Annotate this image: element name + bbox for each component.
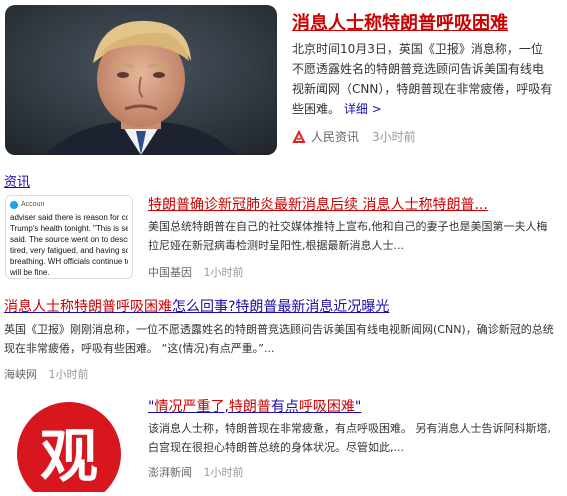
item2-source: 中国基因 1小时前 (148, 264, 244, 280)
top-news-source-name[interactable]: 人民资讯 (311, 128, 359, 145)
tweet-handle: Accoun (21, 201, 45, 208)
thepaper-logo-icon: 观 (5, 396, 133, 492)
item4-title-plain: 有点 (270, 399, 299, 415)
top-news-snippet: 北京时间10月3日，英国《卫报》消息称，一位不愿透露姓名的特朗普竞选顾问告诉美国… (292, 39, 554, 119)
tweet-line-0: adviser said there is reason for conce (10, 213, 128, 222)
item4-title-highlight-1: 情况严重了 (154, 399, 225, 415)
top-news-more-link[interactable]: 详细 > (344, 102, 382, 116)
item4-title-highlight-3: 呼吸困难 (298, 399, 355, 415)
item3-title[interactable]: 消息人士称特朗普呼吸困难怎么回事?特朗普最新消息近况曝光 (4, 296, 389, 316)
top-news-snippet-text: 北京时间10月3日，英国《卫报》消息称，一位不愿透露姓名的特朗普竞选顾问告诉美国… (292, 42, 553, 116)
section-news-link[interactable]: 资讯 (4, 171, 30, 190)
top-news-source: 人民资讯 3小时前 (292, 128, 416, 145)
item3-source-name[interactable]: 海峡网 (4, 368, 37, 381)
top-news-thumbnail[interactable] (5, 5, 277, 155)
item3-title-rest: 怎么回事?特朗普最新消息近况曝光 (172, 299, 390, 315)
item4-thumbnail[interactable]: 观 (5, 396, 133, 492)
twitter-avatar-icon (10, 200, 18, 209)
tweet-line-2: said. The source went on to describe (10, 235, 128, 244)
item3-time: 1小时前 (48, 368, 89, 381)
tweet-line-3: tired, very fatigued, and having some (10, 246, 128, 255)
thepaper-logo-text: 观 (40, 422, 98, 490)
item4-source: 澎湃新闻 1小时前 (148, 464, 244, 480)
top-news-card: 消息人士称特朗普呼吸困难 北京时间10月3日，英国《卫报》消息称，一位不愿透露姓… (0, 0, 567, 165)
item3-source: 海峡网 1小时前 (4, 366, 89, 382)
item2-title[interactable]: 特朗普确诊新冠肺炎最新消息后续 消息人士称特朗普... (148, 194, 563, 214)
item4-title-highlight-2: 特朗普 (228, 399, 271, 415)
item4-snippet: 该消息人士称，特朗普现在非常疲惫，有点呼吸困难。 另有消息人士告诉阿科斯塔,白宫… (148, 422, 551, 454)
item4-source-name[interactable]: 澎湃新闻 (148, 466, 192, 479)
item2-thumbnail[interactable]: Accoun adviser said there is reason for … (5, 195, 133, 279)
top-news-title[interactable]: 消息人士称特朗普呼吸困难 (292, 9, 508, 35)
tweet-line-4: breathing. WH officials continue to s (10, 257, 128, 266)
item2-snippet: 美国总统特朗普在自己的社交媒体推特上宣布,他和自己的妻子也是美国第一夫人梅拉尼娅… (148, 220, 548, 252)
top-news-time: 3小时前 (372, 130, 416, 144)
item4-title-close-quote: " (354, 399, 362, 415)
tweet-line-5: will be fine. (10, 268, 50, 277)
item4-time: 1小时前 (203, 466, 244, 479)
item4-title[interactable]: "情况严重了,特朗普有点呼吸困难" (148, 396, 361, 416)
item3-snippet: 英国《卫报》刚刚消息称，一位不愿透露姓名的特朗普竞选顾问告诉美国有线电视新闻网(… (4, 323, 554, 355)
tweet-screenshot: Accoun adviser said there is reason for … (6, 196, 132, 278)
tweet-header: Accoun (10, 199, 128, 210)
renmin-logo-icon (292, 129, 306, 144)
item3-title-highlight: 消息人士称特朗普呼吸困难 (4, 299, 172, 315)
item2-source-name[interactable]: 中国基因 (148, 266, 192, 279)
item2-time: 1小时前 (203, 266, 244, 279)
tweet-line-1: Trump's health tonight. "This is seriou (10, 224, 128, 233)
